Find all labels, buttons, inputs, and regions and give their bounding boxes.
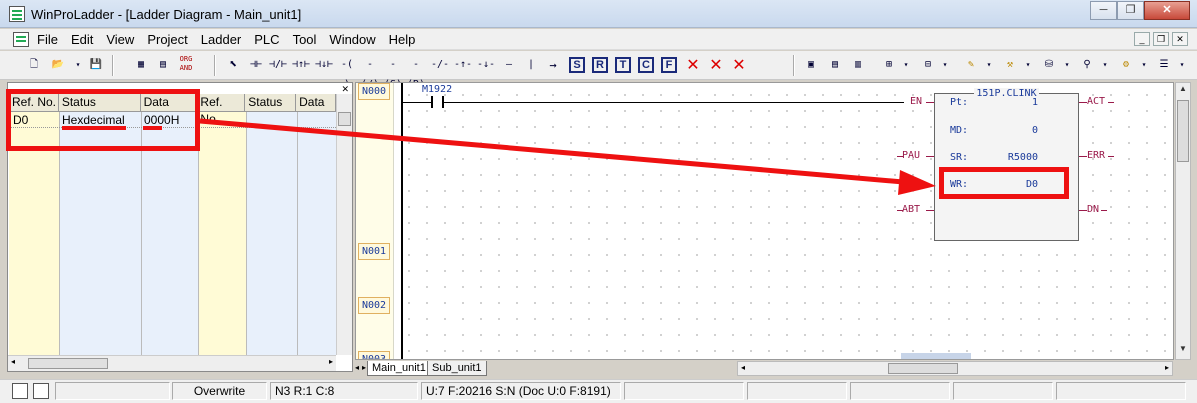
annotation-arrow bbox=[199, 118, 936, 195]
